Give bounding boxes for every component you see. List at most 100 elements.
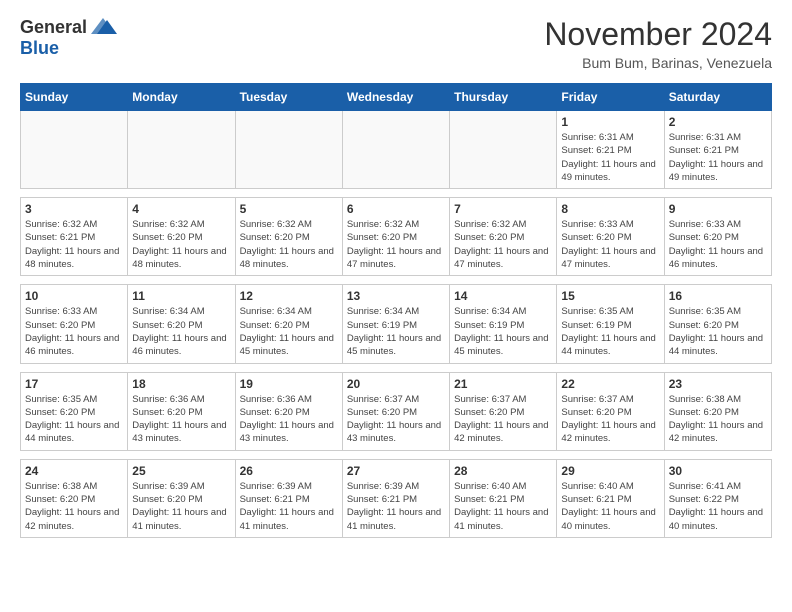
day-info: Sunrise: 6:33 AM Sunset: 6:20 PM Dayligh… — [561, 218, 659, 271]
day-number: 24 — [25, 464, 123, 478]
day-number: 15 — [561, 289, 659, 303]
title-block: November 2024 Bum Bum, Barinas, Venezuel… — [544, 16, 772, 71]
calendar-cell: 22 Sunrise: 6:37 AM Sunset: 6:20 PM Dayli… — [557, 372, 664, 450]
calendar-cell — [128, 111, 235, 189]
day-info: Sunrise: 6:32 AM Sunset: 6:20 PM Dayligh… — [454, 218, 552, 271]
day-info: Sunrise: 6:39 AM Sunset: 6:21 PM Dayligh… — [240, 480, 338, 533]
day-number: 7 — [454, 202, 552, 216]
calendar-cell — [21, 111, 128, 189]
calendar-cell: 2Sunrise: 6:31 AM Sunset: 6:21 PM Daylig… — [664, 111, 771, 189]
day-info: Sunrise: 6:38 AM Sunset: 6:20 PM Dayligh… — [669, 393, 767, 446]
day-number: 25 — [132, 464, 230, 478]
day-info: Sunrise: 6:35 AM Sunset: 6:20 PM Dayligh… — [669, 305, 767, 358]
calendar-cell: 17 Sunrise: 6:35 AM Sunset: 6:20 PM Dayli… — [21, 372, 128, 450]
day-number: 5 — [240, 202, 338, 216]
day-number: 11 — [132, 289, 230, 303]
header: General Blue November 2024 Bum Bum, Bari… — [20, 16, 772, 71]
calendar-cell: 28Sunrise: 6:40 AM Sunset: 6:21 PM Dayli… — [450, 459, 557, 537]
day-info: Sunrise: 6:34 AM Sunset: 6:19 PM Dayligh… — [454, 305, 552, 358]
col-tuesday: Tuesday — [235, 84, 342, 111]
page: General Blue November 2024 Bum Bum, Bari… — [0, 0, 792, 554]
week-spacer — [21, 189, 772, 198]
calendar-week-3: 10 Sunrise: 6:33 AM Sunset: 6:20 PM Dayli… — [21, 285, 772, 363]
calendar-cell: 15Sunrise: 6:35 AM Sunset: 6:19 PM Dayli… — [557, 285, 664, 363]
calendar-cell: 27Sunrise: 6:39 AM Sunset: 6:21 PM Dayli… — [342, 459, 449, 537]
day-number: 20 — [347, 377, 445, 391]
calendar-cell: 10 Sunrise: 6:33 AM Sunset: 6:20 PM Dayli… — [21, 285, 128, 363]
logo-general-text: General — [20, 17, 87, 38]
day-number: 16 — [669, 289, 767, 303]
day-number: 3 — [25, 202, 123, 216]
calendar-cell: 24 Sunrise: 6:38 AM Sunset: 6:20 PM Dayli… — [21, 459, 128, 537]
week-spacer — [21, 363, 772, 372]
day-number: 10 — [25, 289, 123, 303]
day-info: Sunrise: 6:35 AM Sunset: 6:20 PM Dayligh… — [25, 393, 123, 446]
calendar-cell — [235, 111, 342, 189]
day-number: 4 — [132, 202, 230, 216]
calendar-cell — [450, 111, 557, 189]
calendar-cell: 9Sunrise: 6:33 AM Sunset: 6:20 PM Daylig… — [664, 198, 771, 276]
calendar-cell: 14 Sunrise: 6:34 AM Sunset: 6:19 PM Dayli… — [450, 285, 557, 363]
day-info: Sunrise: 6:32 AM Sunset: 6:20 PM Dayligh… — [240, 218, 338, 271]
day-info: Sunrise: 6:34 AM Sunset: 6:20 PM Dayligh… — [132, 305, 230, 358]
day-number: 22 — [561, 377, 659, 391]
col-saturday: Saturday — [664, 84, 771, 111]
day-info: Sunrise: 6:34 AM Sunset: 6:20 PM Dayligh… — [240, 305, 338, 358]
day-number: 30 — [669, 464, 767, 478]
day-info: Sunrise: 6:31 AM Sunset: 6:21 PM Dayligh… — [669, 131, 767, 184]
day-number: 13 — [347, 289, 445, 303]
calendar-cell: 23Sunrise: 6:38 AM Sunset: 6:20 PM Dayli… — [664, 372, 771, 450]
calendar-cell — [342, 111, 449, 189]
calendar-cell: 5 Sunrise: 6:32 AM Sunset: 6:20 PM Daylig… — [235, 198, 342, 276]
day-info: Sunrise: 6:32 AM Sunset: 6:21 PM Dayligh… — [25, 218, 123, 271]
week-spacer — [21, 450, 772, 459]
day-info: Sunrise: 6:41 AM Sunset: 6:22 PM Dayligh… — [669, 480, 767, 533]
day-info: Sunrise: 6:40 AM Sunset: 6:21 PM Dayligh… — [454, 480, 552, 533]
day-number: 19 — [240, 377, 338, 391]
day-number: 17 — [25, 377, 123, 391]
calendar-cell: 29 Sunrise: 6:40 AM Sunset: 6:21 PM Dayli… — [557, 459, 664, 537]
calendar-cell: 19 Sunrise: 6:36 AM Sunset: 6:20 PM Dayli… — [235, 372, 342, 450]
calendar-cell: 18Sunrise: 6:36 AM Sunset: 6:20 PM Dayli… — [128, 372, 235, 450]
day-info: Sunrise: 6:37 AM Sunset: 6:20 PM Dayligh… — [561, 393, 659, 446]
calendar-week-4: 17 Sunrise: 6:35 AM Sunset: 6:20 PM Dayli… — [21, 372, 772, 450]
col-monday: Monday — [128, 84, 235, 111]
week-spacer — [21, 276, 772, 285]
logo-blue-text: Blue — [20, 38, 59, 59]
day-info: Sunrise: 6:37 AM Sunset: 6:20 PM Dayligh… — [454, 393, 552, 446]
day-number: 6 — [347, 202, 445, 216]
calendar-cell: 7 Sunrise: 6:32 AM Sunset: 6:20 PM Daylig… — [450, 198, 557, 276]
day-info: Sunrise: 6:38 AM Sunset: 6:20 PM Dayligh… — [25, 480, 123, 533]
calendar-cell: 30 Sunrise: 6:41 AM Sunset: 6:22 PM Dayli… — [664, 459, 771, 537]
day-info: Sunrise: 6:40 AM Sunset: 6:21 PM Dayligh… — [561, 480, 659, 533]
calendar-header-row: Sunday Monday Tuesday Wednesday Thursday… — [21, 84, 772, 111]
calendar-cell: 4Sunrise: 6:32 AM Sunset: 6:20 PM Daylig… — [128, 198, 235, 276]
day-number: 14 — [454, 289, 552, 303]
day-number: 1 — [561, 115, 659, 129]
calendar-cell: 11 Sunrise: 6:34 AM Sunset: 6:20 PM Dayli… — [128, 285, 235, 363]
calendar-cell: 6Sunrise: 6:32 AM Sunset: 6:20 PM Daylig… — [342, 198, 449, 276]
month-title: November 2024 — [544, 16, 772, 53]
day-info: Sunrise: 6:36 AM Sunset: 6:20 PM Dayligh… — [240, 393, 338, 446]
day-info: Sunrise: 6:37 AM Sunset: 6:20 PM Dayligh… — [347, 393, 445, 446]
day-info: Sunrise: 6:33 AM Sunset: 6:20 PM Dayligh… — [25, 305, 123, 358]
calendar-cell: 13Sunrise: 6:34 AM Sunset: 6:19 PM Dayli… — [342, 285, 449, 363]
day-info: Sunrise: 6:39 AM Sunset: 6:20 PM Dayligh… — [132, 480, 230, 533]
calendar-cell: 12 Sunrise: 6:34 AM Sunset: 6:20 PM Dayli… — [235, 285, 342, 363]
calendar-cell: 16 Sunrise: 6:35 AM Sunset: 6:20 PM Dayli… — [664, 285, 771, 363]
day-info: Sunrise: 6:36 AM Sunset: 6:20 PM Dayligh… — [132, 393, 230, 446]
col-wednesday: Wednesday — [342, 84, 449, 111]
calendar-cell: 26 Sunrise: 6:39 AM Sunset: 6:21 PM Dayli… — [235, 459, 342, 537]
calendar-week-5: 24 Sunrise: 6:38 AM Sunset: 6:20 PM Dayli… — [21, 459, 772, 537]
calendar-week-2: 3 Sunrise: 6:32 AM Sunset: 6:21 PM Daylig… — [21, 198, 772, 276]
location: Bum Bum, Barinas, Venezuela — [544, 55, 772, 71]
calendar-cell: 21 Sunrise: 6:37 AM Sunset: 6:20 PM Dayli… — [450, 372, 557, 450]
calendar-cell: 20 Sunrise: 6:37 AM Sunset: 6:20 PM Dayli… — [342, 372, 449, 450]
day-number: 8 — [561, 202, 659, 216]
day-number: 21 — [454, 377, 552, 391]
day-number: 26 — [240, 464, 338, 478]
col-friday: Friday — [557, 84, 664, 111]
day-number: 29 — [561, 464, 659, 478]
col-sunday: Sunday — [21, 84, 128, 111]
day-number: 12 — [240, 289, 338, 303]
